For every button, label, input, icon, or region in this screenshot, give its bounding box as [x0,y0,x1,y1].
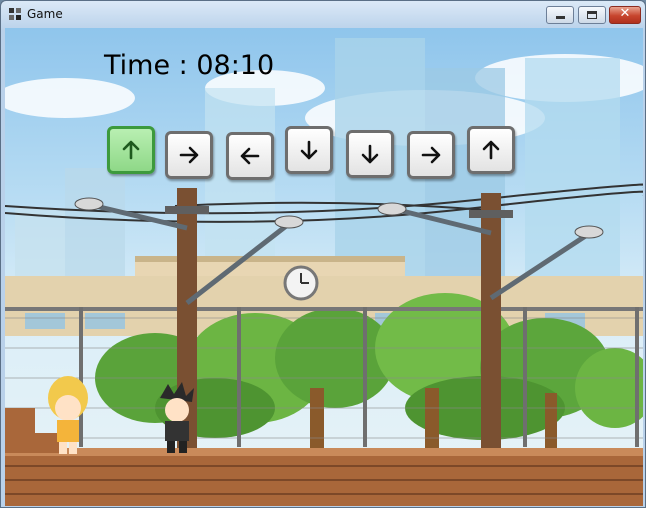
arrow-right-icon [421,146,441,164]
arrow-key-up [467,126,515,174]
arrow-key-up [107,126,155,174]
maximize-icon [587,11,597,19]
arrow-up-icon [122,140,140,160]
app-icon [9,8,21,20]
arrow-down-icon [300,140,318,160]
window-title: Game [27,7,63,21]
maximize-button[interactable] [578,6,606,24]
game-window: Game ✕ Time: 08:10 [0,0,646,508]
arrow-up-icon [482,140,500,160]
arrow-key-sequence [5,28,643,188]
arrow-key-down [346,130,394,178]
arrow-key-right [407,131,455,179]
arrow-key-left [226,132,274,180]
arrow-left-icon [240,147,260,165]
minimize-icon [556,16,565,19]
game-canvas[interactable]: Time : 08:10 [5,28,643,506]
title-bar[interactable]: Game ✕ [1,1,645,28]
close-button[interactable]: ✕ [609,6,641,24]
arrow-down-icon [361,144,379,164]
arrow-right-icon [179,146,199,164]
minimize-button[interactable] [546,6,574,24]
arrow-key-down [285,126,333,174]
arrow-key-right [165,131,213,179]
close-icon: ✕ [619,6,631,21]
